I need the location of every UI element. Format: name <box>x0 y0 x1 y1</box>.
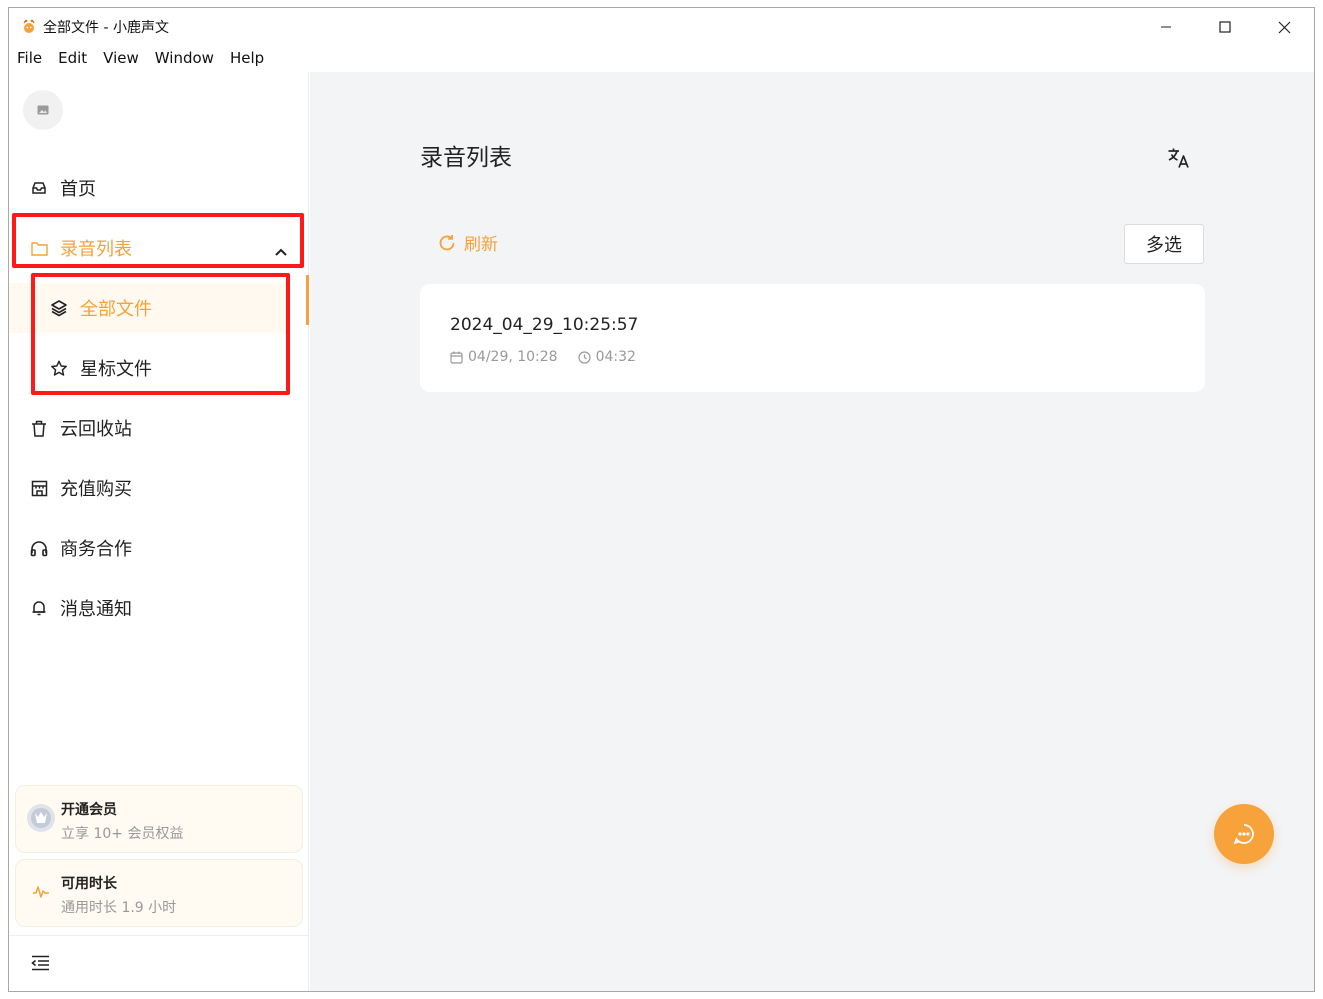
sidebar-divider <box>9 935 309 936</box>
sidebar: 首页 录音列表 全部文件 星标文件 云回收站 充值购买 商务合作 消息通知 开通… <box>9 72 309 991</box>
refresh-label: 刷新 <box>464 235 498 255</box>
trash-icon <box>30 419 48 437</box>
translate-button[interactable] <box>1166 145 1192 171</box>
menu-bar: File Edit View Window Help <box>9 46 272 72</box>
app-window: 全部文件 - 小鹿声文 File Edit View Window Help 首… <box>8 7 1315 992</box>
bell-icon <box>30 599 48 617</box>
sidebar-item-label: 云回收站 <box>60 419 132 440</box>
menu-help[interactable]: Help <box>222 46 272 72</box>
chat-bubble-icon <box>1233 824 1254 845</box>
collapse-menu-icon <box>30 955 49 971</box>
member-promo-title: 开通会员 <box>61 802 117 818</box>
sidebar-item-purchase[interactable]: 充值购买 <box>9 463 309 513</box>
highlight-box-subitems <box>31 273 290 395</box>
window-title: 全部文件 - 小鹿声文 <box>43 20 169 36</box>
sidebar-item-label: 首页 <box>60 179 96 200</box>
store-icon <box>30 479 48 497</box>
deer-app-icon <box>21 19 37 35</box>
chat-button[interactable] <box>1214 804 1274 864</box>
sidebar-item-business[interactable]: 商务合作 <box>9 523 309 573</box>
file-name: 2024_04_29_10:25:57 <box>450 315 639 335</box>
time-promo-subtitle: 通用时长 1.9 小时 <box>61 900 177 916</box>
sidebar-item-label: 消息通知 <box>60 599 132 620</box>
title-bar: 全部文件 - 小鹿声文 <box>9 8 1314 46</box>
highlight-box-recordings <box>12 213 304 268</box>
file-date: 04/29, 10:28 <box>450 349 558 365</box>
member-promo-subtitle: 立享 10+ 会员权益 <box>61 826 184 842</box>
active-indicator <box>306 275 309 325</box>
minimize-icon <box>1161 26 1171 28</box>
file-duration-text: 04:32 <box>595 349 636 365</box>
maximize-button[interactable] <box>1196 8 1254 46</box>
menu-view[interactable]: View <box>95 46 147 72</box>
file-card[interactable]: 2024_04_29_10:25:57 04/29, 10:28 04:32 <box>420 284 1205 392</box>
menu-file[interactable]: File <box>9 46 50 72</box>
close-button[interactable] <box>1255 8 1313 46</box>
member-badge-icon <box>26 803 56 833</box>
time-promo-card[interactable]: 可用时长 通用时长 1.9 小时 <box>15 859 303 927</box>
minimize-button[interactable] <box>1137 8 1195 46</box>
close-icon <box>1278 21 1290 33</box>
refresh-button[interactable]: 刷新 <box>438 230 498 255</box>
sidebar-item-label: 充值购买 <box>60 479 132 500</box>
sidebar-item-notifications[interactable]: 消息通知 <box>9 583 309 633</box>
headphones-icon <box>30 539 48 557</box>
page-title: 录音列表 <box>420 145 512 171</box>
waveform-icon <box>26 877 56 907</box>
multi-select-button[interactable]: 多选 <box>1124 224 1204 264</box>
translate-icon <box>1168 148 1189 168</box>
inbox-icon <box>30 179 48 197</box>
menu-edit[interactable]: Edit <box>50 46 95 72</box>
image-placeholder-icon <box>37 105 49 115</box>
file-date-text: 04/29, 10:28 <box>468 349 558 365</box>
file-meta: 04/29, 10:28 04:32 <box>450 349 656 365</box>
maximize-icon <box>1219 21 1231 33</box>
avatar[interactable] <box>23 90 63 130</box>
main-content: 录音列表 刷新 多选 2024_04_29_10:25:57 04/29, 10… <box>310 72 1314 991</box>
collapse-sidebar-button[interactable] <box>29 952 51 974</box>
refresh-icon <box>438 234 456 252</box>
time-promo-title: 可用时长 <box>61 876 117 892</box>
sidebar-item-trash[interactable]: 云回收站 <box>9 403 309 453</box>
menu-window[interactable]: Window <box>147 46 222 72</box>
member-promo-card[interactable]: 开通会员 立享 10+ 会员权益 <box>15 785 303 853</box>
sidebar-item-home[interactable]: 首页 <box>9 163 309 213</box>
sidebar-item-label: 商务合作 <box>60 539 132 560</box>
calendar-icon <box>450 351 463 364</box>
clock-icon <box>577 350 591 364</box>
file-duration: 04:32 <box>577 349 636 365</box>
